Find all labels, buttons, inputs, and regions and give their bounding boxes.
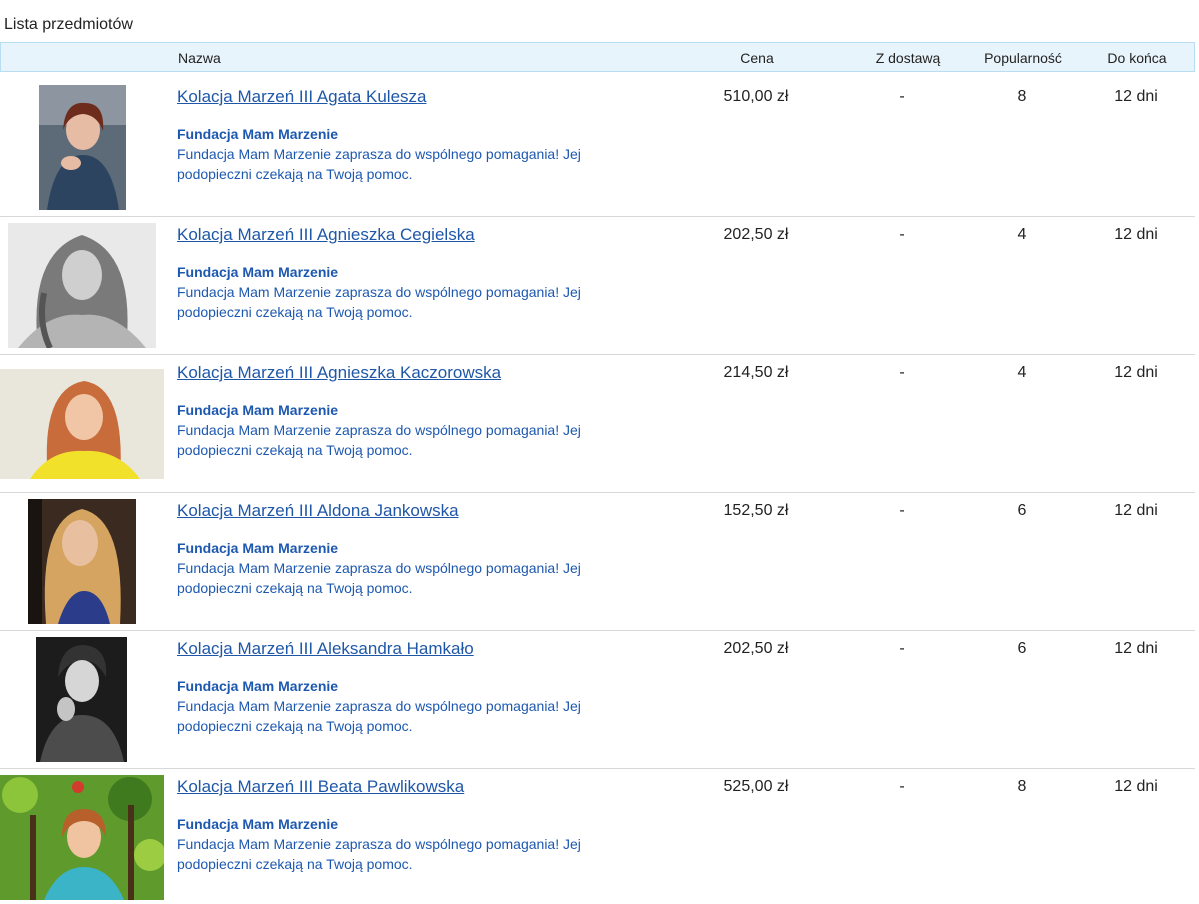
item-delivery: - bbox=[899, 364, 905, 381]
item-price: 510,00 zł bbox=[723, 88, 789, 105]
description-line: podopieczni czekają na Twoją pomoc. bbox=[177, 855, 413, 872]
seller-name[interactable]: Fundacja Mam Marzenie bbox=[177, 540, 338, 556]
item-photo[interactable] bbox=[36, 637, 127, 762]
item-delivery: - bbox=[899, 778, 905, 795]
item-title-link[interactable]: Kolacja Marzeń III Beata Pawlikowska bbox=[177, 777, 464, 797]
description-line: Fundacja Mam Marzenie zaprasza do wspóln… bbox=[177, 560, 581, 576]
table-row: Kolacja Marzeń III Agnieszka Cegielska F… bbox=[0, 217, 1195, 355]
item-ends: 12 dni bbox=[1114, 640, 1158, 657]
seller-name[interactable]: Fundacja Mam Marzenie bbox=[177, 264, 338, 280]
item-popularity: 6 bbox=[1017, 640, 1027, 657]
item-photo[interactable] bbox=[8, 223, 156, 348]
item-popularity: 6 bbox=[1017, 502, 1027, 519]
header-ends[interactable]: Do końca bbox=[1100, 50, 1174, 66]
item-title-link[interactable]: Kolacja Marzeń III Aldona Jankowska bbox=[177, 501, 459, 521]
item-popularity: 8 bbox=[1017, 778, 1027, 795]
description-line: podopieczni czekają na Twoją pomoc. bbox=[177, 441, 413, 458]
table-row: Kolacja Marzeń III Aldona Jankowska Fund… bbox=[0, 493, 1195, 631]
description-line: Fundacja Mam Marzenie zaprasza do wspóln… bbox=[177, 284, 581, 300]
item-popularity: 4 bbox=[1017, 364, 1027, 381]
item-ends: 12 dni bbox=[1114, 778, 1158, 795]
item-description: Fundacja Mam Marzenie zaprasza do wspóln… bbox=[177, 697, 607, 736]
item-price: 202,50 zł bbox=[723, 640, 789, 657]
description-line: podopieczni czekają na Twoją pomoc. bbox=[177, 717, 413, 734]
table-row: Kolacja Marzeń III Beata Pawlikowska Fun… bbox=[0, 769, 1195, 904]
item-title-link[interactable]: Kolacja Marzeń III Aleksandra Hamkało bbox=[177, 639, 474, 659]
seller-name[interactable]: Fundacja Mam Marzenie bbox=[177, 402, 338, 418]
description-line: Fundacja Mam Marzenie zaprasza do wspóln… bbox=[177, 146, 581, 162]
item-price: 525,00 zł bbox=[723, 778, 789, 795]
item-description: Fundacja Mam Marzenie zaprasza do wspóln… bbox=[177, 283, 607, 322]
item-price: 202,50 zł bbox=[723, 226, 789, 243]
item-delivery: - bbox=[899, 226, 905, 243]
item-delivery: - bbox=[899, 640, 905, 657]
item-title-link[interactable]: Kolacja Marzeń III Agnieszka Cegielska bbox=[177, 225, 475, 245]
description-line: podopieczni czekają na Twoją pomoc. bbox=[177, 579, 413, 596]
item-description: Fundacja Mam Marzenie zaprasza do wspóln… bbox=[177, 421, 607, 460]
item-price: 214,50 zł bbox=[723, 364, 789, 381]
description-line: Fundacja Mam Marzenie zaprasza do wspóln… bbox=[177, 836, 581, 852]
seller-name[interactable]: Fundacja Mam Marzenie bbox=[177, 126, 338, 142]
description-line: podopieczni czekają na Twoją pomoc. bbox=[177, 303, 413, 320]
description-line: Fundacja Mam Marzenie zaprasza do wspóln… bbox=[177, 698, 581, 714]
item-title-link[interactable]: Kolacja Marzeń III Agata Kulesza bbox=[177, 87, 426, 107]
item-photo[interactable] bbox=[0, 369, 164, 479]
item-description: Fundacja Mam Marzenie zaprasza do wspóln… bbox=[177, 145, 607, 184]
item-popularity: 4 bbox=[1017, 226, 1027, 243]
item-ends: 12 dni bbox=[1114, 88, 1158, 105]
table-row: Kolacja Marzeń III Agata Kulesza Fundacj… bbox=[0, 79, 1195, 217]
header-price[interactable]: Cena bbox=[721, 50, 793, 66]
header-delivery[interactable]: Z dostawą bbox=[863, 50, 953, 66]
item-description: Fundacja Mam Marzenie zaprasza do wspóln… bbox=[177, 559, 607, 598]
item-delivery: - bbox=[899, 88, 905, 105]
item-ends: 12 dni bbox=[1114, 502, 1158, 519]
auction-list-page: Lista przedmiotów Nazwa Cena Z dostawą P… bbox=[0, 0, 1199, 904]
item-description: Fundacja Mam Marzenie zaprasza do wspóln… bbox=[177, 835, 607, 874]
item-delivery: - bbox=[899, 502, 905, 519]
item-popularity: 8 bbox=[1017, 88, 1027, 105]
header-name[interactable]: Nazwa bbox=[178, 50, 221, 66]
item-photo[interactable] bbox=[39, 85, 126, 210]
description-line: Fundacja Mam Marzenie zaprasza do wspóln… bbox=[177, 422, 581, 438]
table-header: Nazwa Cena Z dostawą Popularność Do końc… bbox=[0, 42, 1195, 72]
table-row: Kolacja Marzeń III Aleksandra Hamkało Fu… bbox=[0, 631, 1195, 769]
seller-name[interactable]: Fundacja Mam Marzenie bbox=[177, 816, 338, 832]
item-price: 152,50 zł bbox=[723, 502, 789, 519]
table-row: Kolacja Marzeń III Agnieszka Kaczorowska… bbox=[0, 355, 1195, 493]
item-ends: 12 dni bbox=[1114, 364, 1158, 381]
item-photo[interactable] bbox=[28, 499, 136, 624]
seller-name[interactable]: Fundacja Mam Marzenie bbox=[177, 678, 338, 694]
description-line: podopieczni czekają na Twoją pomoc. bbox=[177, 165, 413, 182]
item-list: Kolacja Marzeń III Agata Kulesza Fundacj… bbox=[0, 79, 1199, 904]
header-popularity[interactable]: Popularność bbox=[976, 50, 1070, 66]
list-title: Lista przedmiotów bbox=[4, 16, 133, 33]
item-title-link[interactable]: Kolacja Marzeń III Agnieszka Kaczorowska bbox=[177, 363, 501, 383]
item-photo[interactable] bbox=[0, 775, 164, 900]
item-ends: 12 dni bbox=[1114, 226, 1158, 243]
